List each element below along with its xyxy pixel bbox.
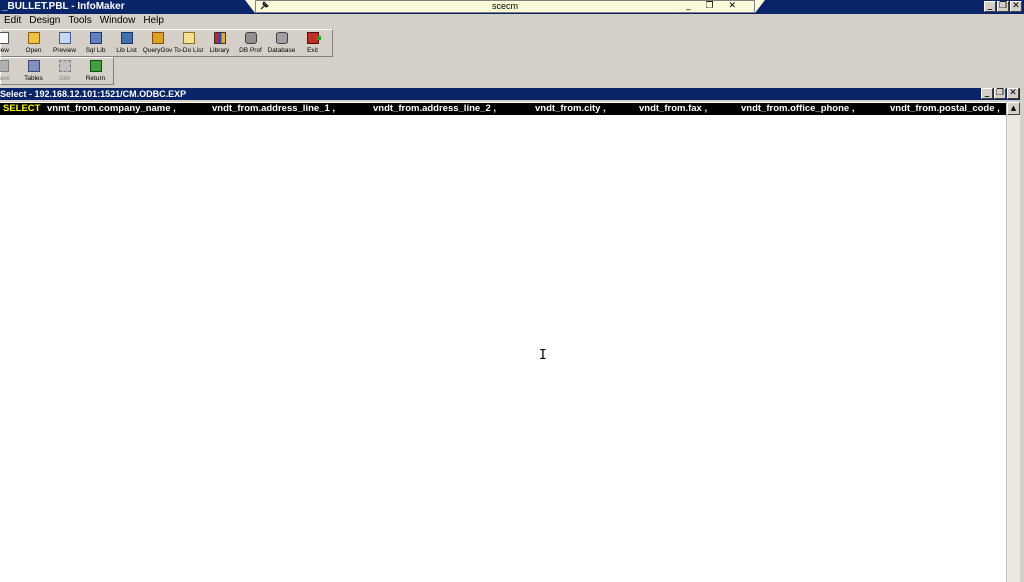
menu-bar: Edit Design Tools Window Help [0, 14, 1024, 28]
tables-button[interactable]: Tables [18, 58, 49, 84]
app-title: _BULLET.PBL - InfoMaker [2, 1, 125, 12]
sql-lib-button[interactable]: Sql Lib [80, 30, 111, 56]
sql-select-line[interactable]: SELECT vnmt_from.company_name , vndt_fro… [0, 103, 1006, 115]
db-profile-icon [244, 32, 257, 44]
scroll-up-arrow-icon[interactable]: ▲ [1007, 102, 1020, 115]
preview-icon [58, 32, 71, 44]
exit-button-label: Exit [307, 47, 318, 54]
lib-list-button[interactable]: Lib List [111, 30, 142, 56]
new-button-label: New [0, 47, 9, 54]
library-button-label: Library [209, 47, 230, 54]
menu-window[interactable]: Window [96, 14, 140, 28]
sql-column: vndt_from.city , [535, 103, 606, 114]
return-icon [89, 60, 102, 72]
library-list-icon [120, 32, 133, 44]
select-painter-window: Select - 192.168.12.101:1521/CM.ODBC.EXP… [0, 86, 1024, 582]
join-button-label: Join [58, 75, 71, 82]
menu-help[interactable]: Help [139, 14, 168, 28]
sql-lib-button-label: Sql Lib [85, 47, 106, 54]
select-window-title-bar[interactable]: Select - 192.168.12.101:1521/CM.ODBC.EXP… [0, 88, 1020, 100]
library-button[interactable]: Library [204, 30, 235, 56]
open-folder-icon [27, 32, 40, 44]
new-icon [0, 32, 9, 44]
exit-button[interactable]: Exit [297, 30, 328, 56]
save-button[interactable]: Save [0, 58, 18, 84]
main-toolbar: New Open Preview Sql Lib Lib List QueryG… [0, 29, 333, 57]
remote-bar-left-edge [245, 0, 255, 13]
library-books-icon [213, 32, 226, 44]
database-button-label: Database [267, 47, 296, 54]
tables-button-label: Tables [24, 75, 43, 82]
child-minimize-button[interactable]: _ [981, 88, 993, 99]
save-icon [0, 60, 9, 72]
child-restore-button[interactable]: ❐ [994, 88, 1006, 99]
open-button[interactable]: Open [18, 30, 49, 56]
return-button-label: Return [85, 75, 106, 82]
query-gov-button[interactable]: QueryGov [142, 30, 173, 56]
select-window-controls: _ ❐ ✕ [981, 88, 1019, 99]
open-button-label: Open [25, 47, 42, 54]
child-close-button[interactable]: ✕ [1007, 88, 1019, 99]
painter-toolbar: Save Tables Join Return [0, 57, 114, 85]
todo-list-icon [182, 32, 195, 44]
window-right-border [1020, 86, 1024, 582]
sql-column: vndt_from.postal_code , [890, 103, 1000, 114]
menu-edit[interactable]: Edit [0, 14, 25, 28]
todo-list-button-label: To-Do List [173, 47, 204, 54]
menu-design[interactable]: Design [25, 14, 64, 28]
preview-button[interactable]: Preview [49, 30, 80, 56]
lib-list-button-label: Lib List [116, 47, 137, 54]
todo-list-button[interactable]: To-Do List [173, 30, 204, 56]
app-window-controls: _ ❐ ✕ [984, 1, 1022, 12]
preview-button-label: Preview [52, 47, 77, 54]
remote-session-bar[interactable]: scecm _ ❐ ✕ [255, 0, 755, 13]
sql-column: vndt_from.address_line_2 , [373, 103, 497, 114]
restore-button[interactable]: ❐ [997, 1, 1009, 12]
vertical-scrollbar[interactable]: ▲ [1006, 102, 1020, 582]
database-button[interactable]: Database [266, 30, 297, 56]
new-button[interactable]: New [0, 30, 18, 56]
remote-session-controls[interactable]: _ ❐ ✕ [686, 1, 742, 12]
sql-column: vndt_from.fax , [639, 103, 708, 114]
sql-column: vndt_from.address_line_1 , [212, 103, 336, 114]
query-gov-button-label: QueryGov [142, 47, 173, 54]
remote-host-name: scecm [491, 1, 518, 11]
sql-syntax-pane[interactable]: SELECT vnmt_from.company_name , vndt_fro… [0, 102, 1006, 582]
query-governor-icon [151, 32, 164, 44]
sql-column: vndt_from.office_phone , [741, 103, 855, 114]
exit-icon [306, 32, 321, 44]
menu-tools[interactable]: Tools [64, 14, 95, 28]
minimize-button[interactable]: _ [984, 1, 996, 12]
save-button-label: Save [0, 75, 10, 82]
sql-keyword: SELECT [3, 103, 41, 114]
join-button[interactable]: Join [49, 58, 80, 84]
db-prof-button-label: DB Prof [239, 47, 262, 54]
join-icon [58, 60, 71, 72]
sql-column: vnmt_from.company_name , [47, 103, 176, 114]
tables-icon [27, 60, 40, 72]
text-cursor-icon: I [539, 348, 547, 363]
select-window-title: Select - 192.168.12.101:1521/CM.ODBC.EXP [0, 89, 187, 99]
database-icon [275, 32, 288, 44]
db-prof-button[interactable]: DB Prof [235, 30, 266, 56]
sql-library-icon [89, 32, 102, 44]
return-button[interactable]: Return [80, 58, 111, 84]
remote-bar-right-edge [755, 0, 765, 13]
close-button[interactable]: ✕ [1010, 1, 1022, 12]
